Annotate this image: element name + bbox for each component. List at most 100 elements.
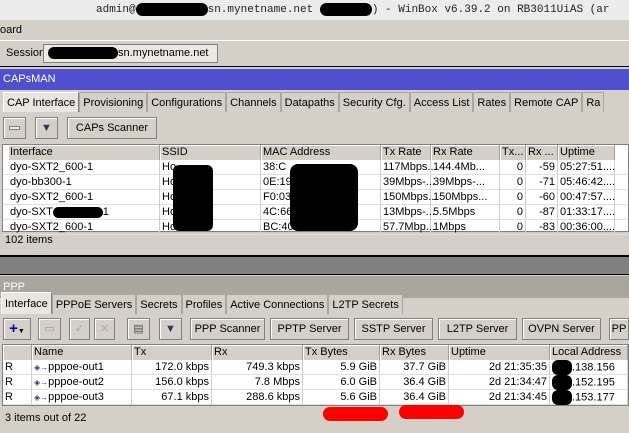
title-suffix: ) - WinBox v6.39.2 on RB3011UiAS (ar (371, 4, 610, 16)
cell-tx: 156.0 kbps (132, 375, 212, 390)
cell-text: -71 (539, 176, 555, 188)
tab-3[interactable]: Channels (226, 92, 281, 112)
minus-icon: ▭ (44, 323, 55, 335)
remove-button[interactable] (3, 117, 26, 139)
cell-text: -59 (539, 161, 555, 173)
cell-rx_bytes: 37.7 GiB (380, 360, 449, 375)
cell-text: BC:40 (263, 221, 294, 233)
cell-rx_rate: 39Mbps-... (431, 175, 500, 190)
comment-button[interactable]: ▤ (127, 318, 150, 340)
session-value: sn.mynetname.net (118, 47, 209, 59)
pppoe-interface-icon: ◈→ (34, 393, 49, 402)
column-header[interactable]: Tx (132, 345, 212, 360)
filter-button[interactable]: ▼ (35, 117, 58, 139)
column-header[interactable]: Tx Rate (381, 145, 431, 160)
table-row[interactable]: R ◈→pppoe-out2 156.0 kbps 7.8 Mbps 6.0 GiB 36… (3, 375, 628, 390)
tab-9[interactable]: Ra (582, 92, 605, 112)
table-header: Name Tx Rx Tx Bytes Rx Bytes Uptime Local Addr… (3, 345, 628, 360)
redaction (135, 2, 208, 16)
cell-tx: 0 (500, 205, 526, 220)
column-header[interactable]: SSID (160, 145, 261, 160)
cell-text: 05:27:51.... (560, 161, 616, 173)
toolbar-button-5[interactable]: PP (609, 318, 629, 340)
remove-button[interactable]: ▭ (38, 318, 61, 340)
cell-text: pppoe-out1 (48, 361, 104, 373)
tab-8[interactable]: Remote CAP (510, 92, 583, 112)
toolbar-button-1[interactable]: PPTP Server (270, 318, 349, 340)
menu-item-dashboard[interactable]: oard (0, 24, 22, 36)
toolbar-button-0[interactable]: PPP Scanner (190, 318, 265, 340)
tab-1[interactable]: PPPoE Servers (51, 294, 137, 314)
column-header[interactable]: MAC Address (261, 145, 381, 160)
cell-text: 172.0 kbps (155, 361, 209, 373)
cell-uptime: 00:36:00.... (558, 220, 615, 235)
check-icon: ✓ (74, 323, 85, 335)
highlight-mark (399, 405, 464, 419)
cell-interface: dyo-bb300-1 (8, 175, 160, 190)
cell-uptime: 01:33:17.... (558, 205, 615, 220)
tab-2[interactable]: Secrets (136, 294, 182, 314)
table-row[interactable]: R ◈→pppoe-out3 67.1 kbps 288.6 kbps 5.6 GiB 3… (3, 390, 628, 405)
column-header[interactable] (3, 345, 32, 360)
tab-3[interactable]: Profiles (181, 294, 227, 314)
tab-6[interactable]: Access List (409, 92, 474, 112)
tab-7[interactable]: Rates (473, 92, 511, 112)
caps-scanner-button[interactable]: CAPs Scanner (67, 117, 157, 139)
cell-text: F0:03 (263, 191, 292, 203)
add-button[interactable]: +▼ (3, 318, 31, 340)
column-header[interactable]: Name (32, 345, 132, 360)
cell-interface: dyo-SXT2_600-1 (8, 190, 160, 205)
toolbar-button-3[interactable]: L2TP Server (438, 318, 517, 340)
tab-0[interactable]: CAP Interface (3, 92, 80, 112)
filter-icon: ▼ (41, 122, 52, 134)
disable-button[interactable]: ✕ (94, 318, 115, 340)
cell-text: -60 (539, 191, 555, 203)
cell-text: 38:C (263, 161, 287, 173)
tab-5[interactable]: L2TP Secrets (328, 294, 403, 314)
tab-2[interactable]: Configurations (147, 92, 227, 112)
redaction (552, 360, 572, 375)
column-header[interactable]: Interface (8, 145, 160, 160)
column-header[interactable]: Local Address (550, 345, 628, 360)
session-field[interactable]: sn.mynetname.net (43, 44, 218, 63)
cell-text: 6.0 GiB (340, 376, 377, 388)
cell-text: 7.8 Mbps (254, 376, 300, 388)
enable-button[interactable]: ✓ (69, 318, 90, 340)
column-header[interactable]: Tx Bytes (303, 345, 380, 360)
cell-tx_rate: 39Mbps-... (381, 175, 435, 190)
cell-text: 57.7Mbp... (383, 221, 435, 233)
cell-uptime: 00:47:57.... (558, 190, 615, 205)
session-bar: Session: sn.mynetname.net (0, 40, 629, 67)
pppoe-interface-icon: ◈→ (34, 363, 49, 372)
cell-flag: R (3, 375, 32, 390)
cell-text: 2d 21:34:47 (488, 376, 547, 388)
cell-text: -87 (539, 206, 555, 218)
column-header[interactable]: Rx Bytes (380, 345, 449, 360)
toolbar-button-4[interactable]: OVPN Server (522, 318, 601, 340)
redaction (290, 164, 358, 231)
column-header[interactable]: Uptime (449, 345, 550, 360)
tab-4[interactable]: Active Connections (226, 294, 329, 314)
window-separator (0, 255, 629, 275)
cell-text: 5.5Mbps (433, 206, 476, 218)
tab-4[interactable]: Datapaths (280, 92, 339, 112)
toolbar-button-2[interactable]: SSTP Server (354, 318, 433, 340)
column-header[interactable]: Rx Rate (431, 145, 500, 160)
column-header[interactable]: Rx ... (526, 145, 558, 160)
cell-rx_rate: 144.4Mb... (431, 160, 500, 175)
column-header[interactable]: Uptime (558, 145, 615, 160)
filter-button[interactable]: ▼ (159, 318, 182, 340)
column-header[interactable]: Tx... (500, 145, 526, 160)
cell-rx_rate: 5.5Mbps (431, 205, 500, 220)
cell-text: 39Mbps-... (383, 176, 435, 188)
session-label: Session: (6, 47, 49, 59)
table-row[interactable]: R ◈→pppoe-out1 172.0 kbps 749.3 kbps 5.9 GiB… (3, 360, 628, 375)
cell-name: ◈→pppoe-out3 (32, 390, 132, 405)
tab-5[interactable]: Security Cfg. (338, 92, 410, 112)
cell-text: .153.177 (572, 391, 615, 404)
tab-1[interactable]: Provisioning (79, 92, 148, 112)
cell-text: 1 (102, 206, 109, 218)
column-header[interactable]: Rx (212, 345, 303, 360)
tab-0[interactable]: Interface (1, 292, 52, 314)
cell-text: R (5, 376, 13, 388)
